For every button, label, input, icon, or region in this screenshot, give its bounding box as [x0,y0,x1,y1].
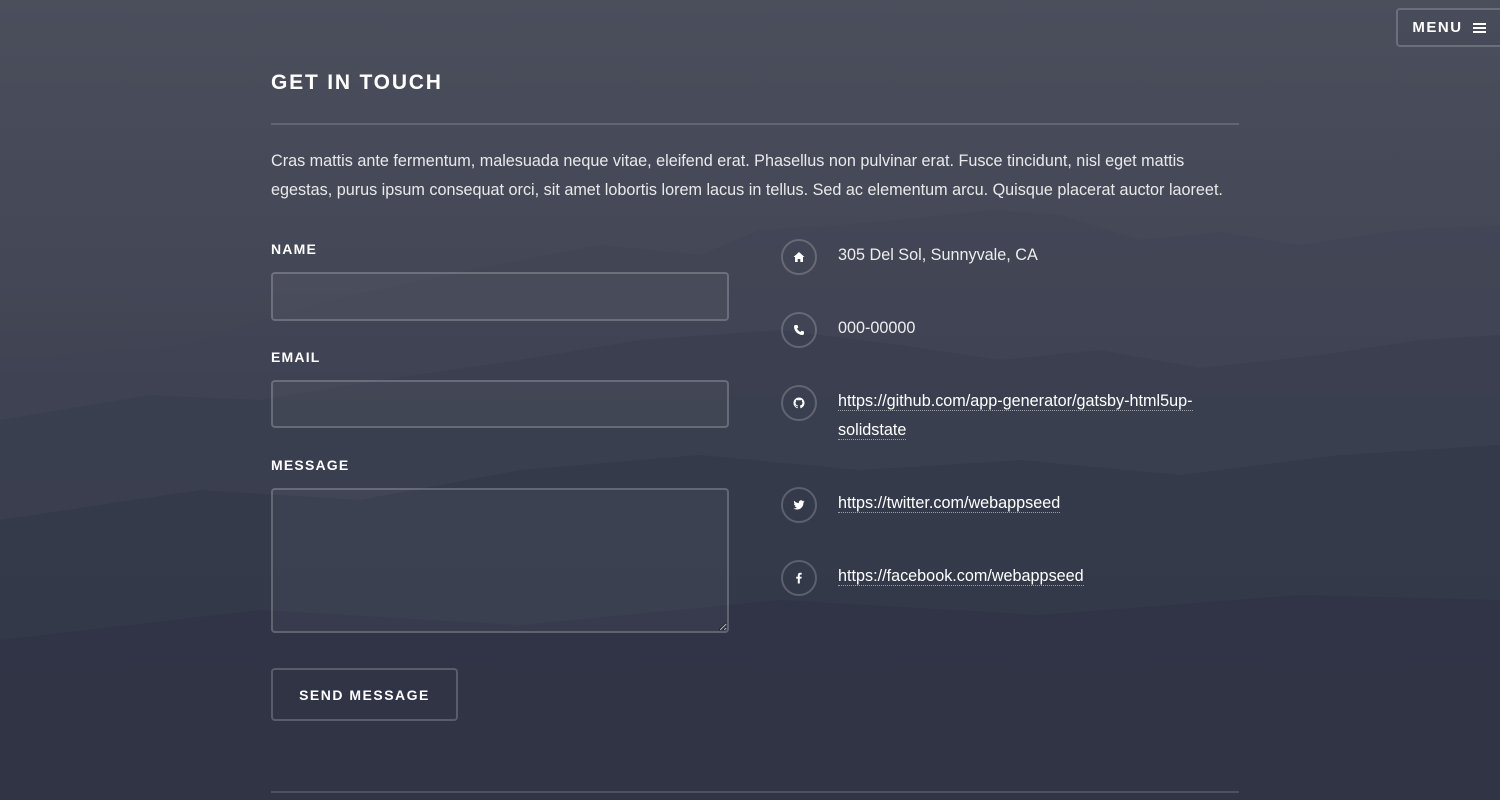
contact-github: https://github.com/app-generator/gatsby-… [781,385,1218,445]
facebook-link-text: https://facebook.com/webappseed [838,567,1084,586]
name-input[interactable] [271,272,729,321]
twitter-link-text: https://twitter.com/webappseed [838,494,1061,513]
name-label: NAME [271,241,318,257]
menu-button[interactable]: MENU [1396,8,1500,47]
twitter-icon [781,487,817,523]
section-title: GET IN TOUCH [271,71,443,94]
github-icon [781,385,817,421]
footer-divider [271,791,1239,793]
facebook-link[interactable]: https://facebook.com/webappseed [838,562,1084,591]
github-link[interactable]: https://github.com/app-generator/gatsby-… [838,387,1218,445]
facebook-icon [781,560,817,596]
email-label: EMAIL [271,349,321,365]
background-mountains [0,210,1500,800]
phone-icon [781,312,817,348]
contact-phone: 000-00000 [781,312,915,348]
message-textarea[interactable] [271,488,729,633]
message-label: MESSAGE [271,457,350,473]
home-icon [781,239,817,275]
section-divider [271,123,1239,125]
twitter-link[interactable]: https://twitter.com/webappseed [838,489,1061,518]
contact-twitter: https://twitter.com/webappseed [781,487,1061,523]
email-input[interactable] [271,380,729,428]
contact-address: 305 Del Sol, Sunnyvale, CA [781,239,1038,275]
send-message-button[interactable]: SEND MESSAGE [271,668,458,721]
contact-facebook: https://facebook.com/webappseed [781,560,1084,596]
menu-label: MENU [1412,19,1463,36]
address-text: 305 Del Sol, Sunnyvale, CA [838,246,1038,264]
github-link-text: https://github.com/app-generator/gatsby-… [838,392,1193,440]
phone-text: 000-00000 [838,319,916,337]
hamburger-icon [1472,21,1486,35]
intro-text: Cras mattis ante fermentum, malesuada ne… [271,152,1223,199]
